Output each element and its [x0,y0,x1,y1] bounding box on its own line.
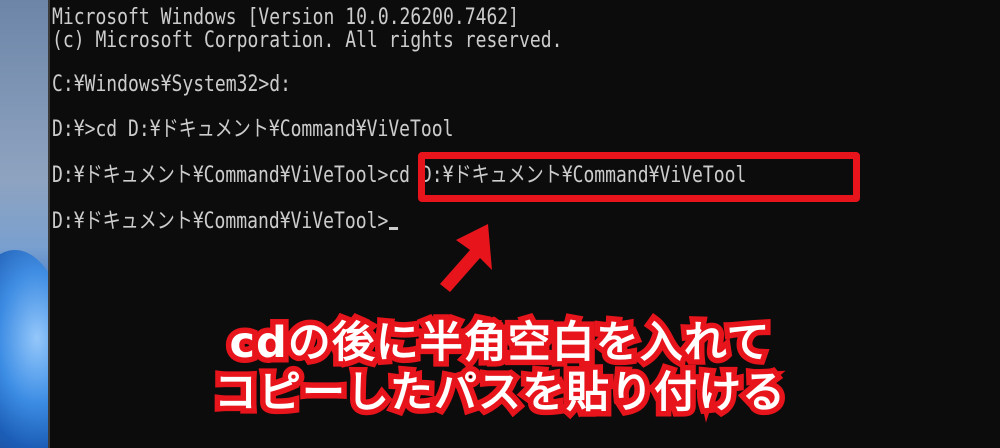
console-line-prompt[interactable]: D:¥ドキュメント¥Command¥ViVeTool> [52,209,399,234]
console-line-change-drive: C:¥Windows¥System32>d: [52,72,291,97]
caption-line-1: cdの後に半角空白を入れて [224,313,775,374]
arrow-up-icon [440,224,492,292]
caption-line-2: コピーしたパスを貼り付ける [209,363,791,424]
console-line-copyright: (c) Microsoft Corporation. All rights re… [52,28,563,53]
text-cursor [389,227,399,230]
prompt-text: D:¥ドキュメント¥Command¥ViVeTool> [52,209,389,234]
console-line-version: Microsoft Windows [Version 10.0.26200.74… [52,5,520,30]
highlight-box [418,152,860,202]
console-line-cd-first: D:¥>cd D:¥ドキュメント¥Command¥ViVeTool [52,117,454,142]
